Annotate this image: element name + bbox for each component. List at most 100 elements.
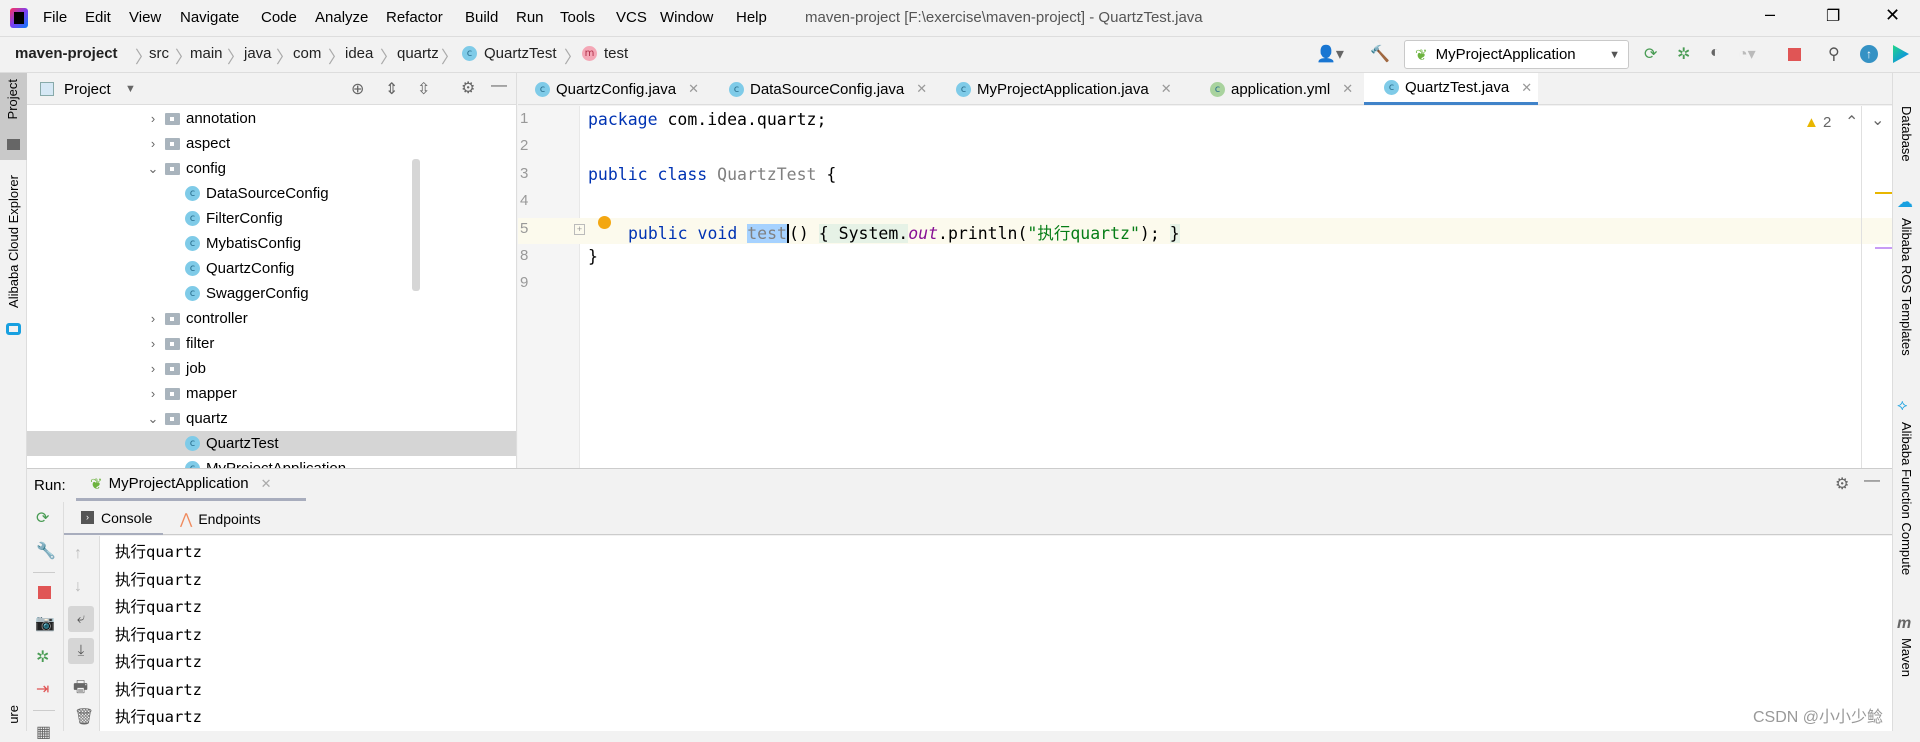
tree-item[interactable]: c MyProjectApplication [27,456,516,468]
menu-vcs[interactable]: VCS [616,9,647,26]
gear-icon[interactable]: ⚙ [461,78,475,98]
previous-highlight-icon[interactable]: ⌃ [1845,112,1858,132]
info-marker[interactable] [1875,247,1892,249]
print-icon[interactable]: 🖶 [73,676,88,703]
tree-item[interactable]: c FilterConfig [27,206,516,231]
database-tool-tab[interactable]: Database [1899,106,1914,162]
user-icon[interactable]: 👤▾ [1316,44,1344,64]
menu-analyze[interactable]: Analyze [315,9,368,26]
stop-icon[interactable] [1788,48,1801,61]
tree-item[interactable]: c SwaggerConfig [27,281,516,306]
breadcrumb-java[interactable]: java [244,45,272,62]
tree-scrollbar[interactable] [412,159,420,291]
layout-icon[interactable]: ▦ [36,722,51,742]
menu-build[interactable]: Build [465,9,498,26]
search-icon[interactable]: ⚲ [1828,44,1840,64]
menu-help[interactable]: Help [736,9,767,26]
alibaba-cloud-explorer-tab[interactable]: Alibaba Cloud Explorer [0,171,27,341]
tree-item[interactable]: › aspect [27,131,516,156]
maven-tool-tab[interactable]: Maven [1899,638,1914,677]
close-icon[interactable]: ✕ [688,81,699,97]
gear-icon[interactable]: ⚙ [1835,474,1849,494]
menu-code[interactable]: Code [261,9,297,26]
breadcrumb-main[interactable]: main [190,45,223,62]
run-tab[interactable]: ❦ MyProjectApplication ✕ [76,469,306,501]
breadcrumb-idea[interactable]: idea [345,45,373,62]
close-icon[interactable]: ✕ [1342,81,1353,97]
close-icon[interactable]: ✕ [1521,80,1532,96]
tree-item[interactable]: › annotation [27,106,516,131]
menu-file[interactable]: File [43,9,67,26]
tree-item[interactable]: ⌄ quartz [27,406,516,431]
endpoints-tab[interactable]: ⋀ Endpoints [180,502,261,535]
breadcrumb-quartz[interactable]: quartz [397,45,439,62]
editor-tab[interactable]: c QuartzTest.java ✕ [1364,73,1538,105]
close-icon[interactable]: ✕ [916,81,927,97]
editor[interactable] [518,106,1892,468]
scroll-down-icon[interactable]: ↓ [74,578,82,596]
profile-icon[interactable]: ◔▾ [1738,44,1756,64]
project-panel-title[interactable]: Project [64,81,111,98]
tree-item[interactable]: ⌄ config [27,156,516,181]
menu-run[interactable]: Run [516,9,544,26]
collapse-all-icon[interactable]: ⇳ [417,79,430,99]
breadcrumb-class[interactable]: QuartzTest [484,45,557,62]
warning-marker[interactable] [1875,192,1892,194]
debug-icon[interactable]: ✲ [1677,44,1690,64]
menu-view[interactable]: View [129,9,161,26]
login-icon[interactable]: ⇥ [36,679,49,699]
scroll-to-end-button[interactable]: ⤓ [68,638,94,664]
update-icon[interactable]: ↑ [1860,45,1878,63]
scroll-up-icon[interactable]: ↑ [74,545,82,563]
menu-window[interactable]: Window [660,9,713,26]
chevron-right-icon[interactable]: › [147,336,159,351]
chevron-right-icon[interactable]: › [147,136,159,151]
chevron-down-icon[interactable]: ⌄ [147,161,159,177]
tree-item[interactable]: c MybatisConfig [27,231,516,256]
debug-icon[interactable]: ✲ [36,647,49,667]
chevron-right-icon[interactable]: › [147,386,159,401]
tree-item[interactable]: › mapper [27,381,516,406]
tree-item[interactable]: c QuartzConfig [27,256,516,281]
menu-edit[interactable]: Edit [85,9,111,26]
minimize-button[interactable]: – [1765,4,1775,25]
stop-icon[interactable] [38,586,51,599]
chevron-down-icon[interactable]: ▼ [125,83,136,95]
alibaba-function-compute-tab[interactable]: Alibaba Function Compute [1899,422,1914,575]
close-icon[interactable]: ✕ [261,476,272,492]
coverage-icon[interactable]: ◐ [1710,44,1720,62]
next-highlight-icon[interactable]: ⌄ [1871,110,1884,130]
editor-tab[interactable]: c QuartzConfig.java ✕ [535,73,699,105]
editor-tab[interactable]: c MyProjectApplication.java ✕ [956,73,1172,105]
structure-tool-tab[interactable]: ure [6,705,21,724]
tree-item[interactable]: c DataSourceConfig [27,181,516,206]
close-icon[interactable]: ✕ [1161,81,1172,97]
breadcrumb-com[interactable]: com [293,45,321,62]
menu-refactor[interactable]: Refactor [386,9,443,26]
chevron-down-icon[interactable]: ⌄ [147,411,159,427]
restore-button[interactable]: ❐ [1826,6,1840,26]
minimize-panel-icon[interactable]: — [491,77,507,95]
trash-icon[interactable]: 🗑 [74,707,94,727]
menu-tools[interactable]: Tools [560,9,595,26]
fold-icon[interactable]: + [574,224,585,235]
rerun-icon[interactable]: ⟳ [36,508,49,528]
soft-wrap-button[interactable]: ⤶ [68,606,94,632]
console-output[interactable] [100,536,1892,731]
alibaba-ros-tab[interactable]: Alibaba ROS Templates [1899,218,1914,356]
tree-item[interactable]: › job [27,356,516,381]
rerun-icon[interactable]: ⟳ [1644,44,1657,64]
tree-item[interactable]: › controller [27,306,516,331]
minimize-panel-icon[interactable]: — [1864,472,1880,490]
console-tab[interactable]: › Console [64,502,163,535]
wrench-icon[interactable]: 🔧 [36,541,56,561]
chevron-right-icon[interactable]: › [147,311,159,326]
run-config-dropdown[interactable]: ❦ MyProjectApplication ▼ [1404,40,1629,69]
editor-tab[interactable]: c DataSourceConfig.java ✕ [729,73,927,105]
chevron-right-icon[interactable]: › [147,111,159,126]
breadcrumb-src[interactable]: src [149,45,169,62]
editor-tab[interactable]: c application.yml ✕ [1210,73,1353,105]
chevron-right-icon[interactable]: › [147,361,159,376]
warning-indicator[interactable]: ▲ 2 [1804,114,1831,131]
locate-icon[interactable]: ⊕ [351,79,364,99]
